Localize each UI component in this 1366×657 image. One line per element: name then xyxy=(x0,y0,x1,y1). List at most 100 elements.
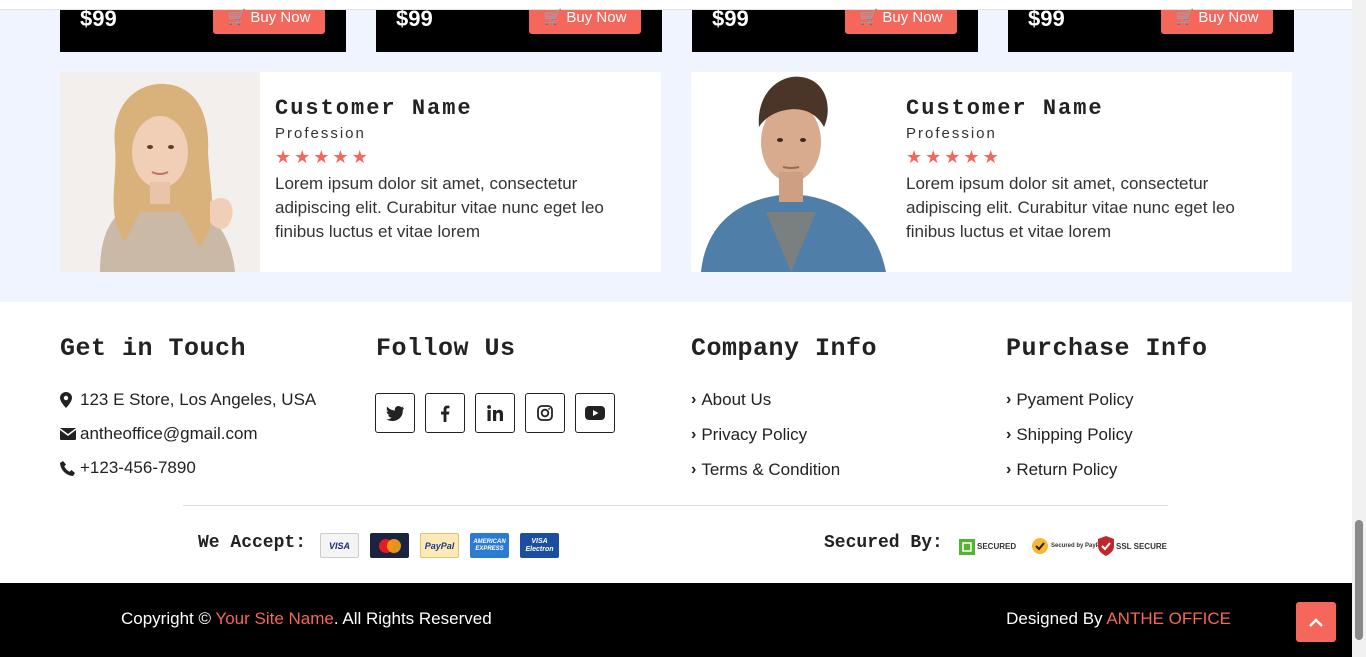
buy-now-button[interactable]: 🛒 Buy Now xyxy=(1161,10,1273,34)
paypal-secured-badge-icon: Secured by PayPal xyxy=(1031,532,1105,560)
customer-profession: Profession xyxy=(906,125,997,142)
visa-electron-card-icon: VISA Electron xyxy=(520,533,559,558)
chevron-right-icon: › xyxy=(1006,460,1012,478)
footer-purchase: Purchase Info › Pyament Policy › Shipping … xyxy=(1006,334,1208,487)
footer-link-return-policy[interactable]: › Return Policy xyxy=(1006,452,1208,487)
chevron-up-icon xyxy=(1309,617,1323,627)
product-card: $99 🛒 Buy Now xyxy=(692,6,978,52)
buy-now-button[interactable]: 🛒 Buy Now xyxy=(845,10,957,34)
designer-link[interactable]: ANTHE OFFICE xyxy=(1106,609,1231,628)
footer-link-privacy-policy[interactable]: › Privacy Policy xyxy=(691,417,877,452)
link-label: Return Policy xyxy=(1016,459,1118,479)
back-to-top-button[interactable] xyxy=(1296,602,1336,642)
customer-profession: Profession xyxy=(275,125,366,142)
instagram-icon xyxy=(537,405,553,421)
star-icon: ★ xyxy=(294,147,311,167)
star-icon: ★ xyxy=(963,147,980,167)
secured-badge-icon: SECURED xyxy=(959,532,1016,560)
scrollbar-thumb[interactable] xyxy=(1355,520,1363,640)
link-label: Terms & Condition xyxy=(701,459,841,479)
site-name-link[interactable]: Your Site Name xyxy=(215,609,333,628)
designed-prefix: Designed By xyxy=(1006,609,1107,628)
linkedin-button[interactable] xyxy=(475,393,515,433)
product-price: $99 xyxy=(80,6,117,31)
address-text: 123 E Store, Los Angeles, USA xyxy=(80,390,317,409)
footer-link-terms[interactable]: › Terms & Condition xyxy=(691,452,877,487)
facebook-icon xyxy=(441,405,450,422)
star-icon: ★ xyxy=(313,147,330,167)
customer-name: Customer Name xyxy=(275,96,473,121)
instagram-button[interactable] xyxy=(525,393,565,433)
buy-now-label: Buy Now xyxy=(1198,9,1259,26)
top-edge xyxy=(0,0,1352,10)
footer-heading: Get in Touch xyxy=(60,334,247,363)
testimonial-card: Customer Name Profession ★ ★ ★ ★ ★ Lorem… xyxy=(691,72,1292,272)
star-icon: ★ xyxy=(351,147,368,167)
footer-heading: Purchase Info xyxy=(1006,334,1208,363)
copyright-bar: Copyright © Your Site Name. All Rights R… xyxy=(0,583,1352,657)
footer-company: Company Info › About Us › Privacy Policy ›… xyxy=(691,334,877,487)
twitter-button[interactable] xyxy=(375,393,415,433)
mastercard-icon xyxy=(370,533,409,558)
phone-text: +123-456-7890 xyxy=(80,458,196,477)
testimonial-section: $99 🛒 Buy Now $99 🛒 Buy Now $99 🛒 Buy No… xyxy=(0,6,1352,302)
copyright-text: Copyright © Your Site Name. All Rights R… xyxy=(121,609,492,629)
chevron-right-icon: › xyxy=(1006,425,1012,443)
badge-text: Secured by PayPal xyxy=(1051,543,1105,549)
cart-icon: 🛒 xyxy=(543,9,567,26)
footer-heading: Company Info xyxy=(691,334,878,363)
we-accept-label: We Accept: xyxy=(198,533,307,553)
email-text: antheoffice@gmail.com xyxy=(80,424,258,443)
youtube-button[interactable] xyxy=(575,393,615,433)
customer-photo xyxy=(691,72,891,272)
footer-follow: Follow Us xyxy=(375,334,615,433)
buy-now-button[interactable]: 🛒 Buy Now xyxy=(213,10,325,34)
product-price: $99 xyxy=(1028,6,1065,31)
paypal-card-icon: PayPal xyxy=(420,533,459,558)
amex-card-icon: AMERICAN EXPRESS xyxy=(470,533,509,558)
contact-phone[interactable]: +123-456-7890 xyxy=(60,451,316,485)
designed-by-text: Designed By ANTHE OFFICE xyxy=(1006,609,1231,629)
phone-icon xyxy=(60,460,80,476)
contact-address: 123 E Store, Los Angeles, USA xyxy=(60,383,316,417)
footer-link-payment-policy[interactable]: › Pyament Policy xyxy=(1006,382,1208,417)
buy-now-label: Buy Now xyxy=(566,9,627,26)
star-icon: ★ xyxy=(332,147,349,167)
product-card: $99 🛒 Buy Now xyxy=(376,6,662,52)
link-label: Privacy Policy xyxy=(701,424,808,444)
product-card: $99 🛒 Buy Now xyxy=(60,6,346,52)
star-icon: ★ xyxy=(925,147,942,167)
chevron-right-icon: › xyxy=(691,390,697,408)
footer-divider xyxy=(183,505,1168,506)
footer-link-shipping-policy[interactable]: › Shipping Policy xyxy=(1006,417,1208,452)
customer-photo xyxy=(60,72,260,272)
testimonial-card: Customer Name Profession ★ ★ ★ ★ ★ Lorem… xyxy=(60,72,661,272)
buy-now-button[interactable]: 🛒 Buy Now xyxy=(529,10,641,34)
chevron-right-icon: › xyxy=(691,425,697,443)
visa-card-icon: VISA xyxy=(320,533,359,558)
product-price: $99 xyxy=(712,6,749,31)
testimonial-text: Lorem ipsum dolor sit amet, consectetur … xyxy=(906,174,1235,241)
rating-stars: ★ ★ ★ ★ ★ xyxy=(906,148,1266,168)
footer-link-about-us[interactable]: › About Us xyxy=(691,382,877,417)
badge-text: SECURED xyxy=(977,541,1017,551)
cart-icon: 🛒 xyxy=(227,9,251,26)
star-icon: ★ xyxy=(275,147,292,167)
buy-now-label: Buy Now xyxy=(882,9,943,26)
chevron-right-icon: › xyxy=(1006,390,1012,408)
facebook-button[interactable] xyxy=(425,393,465,433)
chevron-right-icon: › xyxy=(691,460,697,478)
link-label: About Us xyxy=(701,389,772,409)
badge-text: SSL SECURE xyxy=(1116,541,1167,551)
star-icon: ★ xyxy=(982,147,999,167)
twitter-icon xyxy=(386,405,404,421)
scrollbar[interactable] xyxy=(1352,0,1366,657)
secured-by-label: Secured By: xyxy=(824,533,943,553)
footer-contact: Get in Touch 123 E Store, Los Angeles, U… xyxy=(60,334,316,485)
map-marker-icon xyxy=(60,392,80,408)
youtube-icon xyxy=(585,406,605,420)
link-label: Pyament Policy xyxy=(1016,389,1134,409)
linkedin-icon xyxy=(487,405,503,421)
link-label: Shipping Policy xyxy=(1016,424,1133,444)
contact-email[interactable]: antheoffice@gmail.com xyxy=(60,417,316,451)
